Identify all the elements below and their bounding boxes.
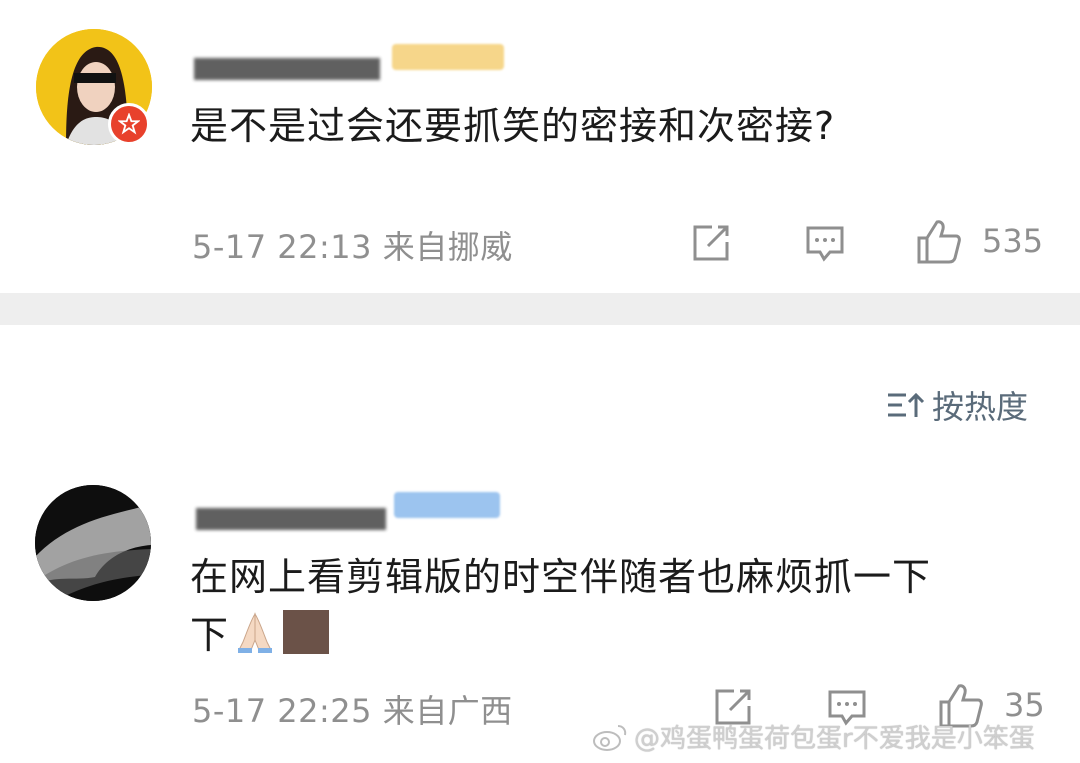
watermark: @鸡蛋鸭蛋荷包蛋r不爱我是小笨蛋 [592, 718, 1035, 755]
praying-hands-icon [238, 612, 273, 653]
username-redacted[interactable] [196, 508, 386, 530]
comment-icon[interactable] [804, 222, 846, 264]
like-count: 535 [982, 222, 1044, 260]
username-redacted[interactable] [194, 58, 380, 80]
fan-badge [392, 44, 504, 70]
sort-toggle[interactable]: 按热度 [886, 382, 1028, 428]
weibo-logo-icon [593, 724, 627, 751]
sort-icon [888, 392, 925, 417]
comment-text: 在网上看剪辑版的时空伴随者也麻烦抓一下下 [190, 548, 1030, 664]
fan-badge [394, 492, 500, 518]
missing-emoji-icon [283, 610, 330, 654]
section-divider [0, 293, 1080, 325]
sort-label: 按热度 [932, 388, 1029, 426]
comment-text: 是不是过会还要抓笑的密接和次密接? [190, 104, 836, 148]
like-icon[interactable] [914, 218, 962, 266]
comment-text-body: 在网上看剪辑版的时空伴随者也麻烦抓一下 [190, 555, 932, 599]
comment-meta: 5-17 22:25 来自广西 [192, 692, 513, 730]
verified-badge-icon [108, 103, 150, 145]
comment-card-1: 是不是过会还要抓笑的密接和次密接? 5-17 22:13 来自挪威 535 [0, 0, 1080, 293]
comment-meta: 5-17 22:13 来自挪威 [192, 228, 513, 266]
comment-text-tail: 下 [190, 613, 230, 657]
avatar[interactable] [35, 485, 151, 601]
share-icon[interactable] [690, 222, 732, 264]
watermark-text: @鸡蛋鸭蛋荷包蛋r不爱我是小笨蛋 [634, 724, 1035, 754]
avatar-image [35, 485, 151, 601]
